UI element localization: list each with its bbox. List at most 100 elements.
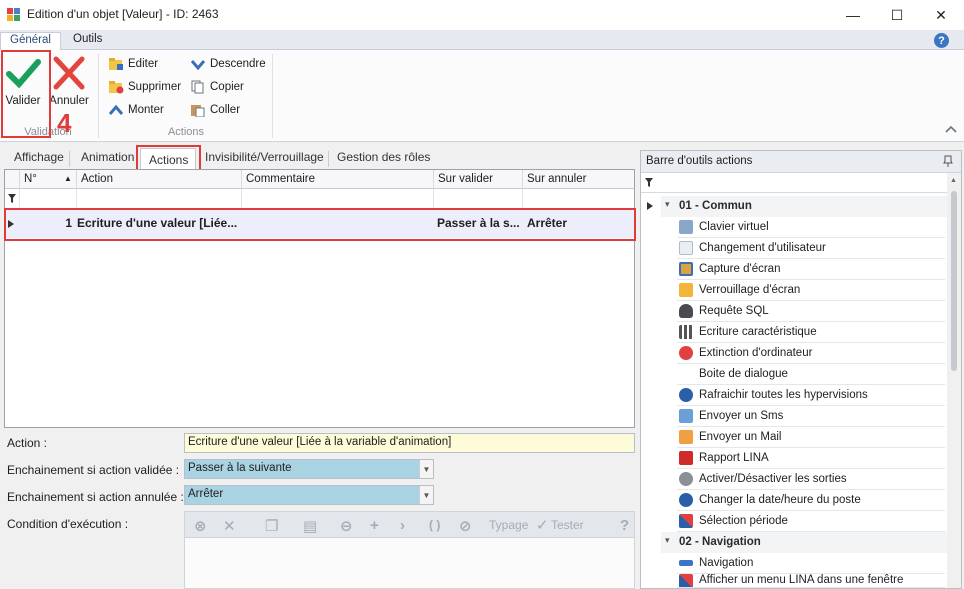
tester-button[interactable]: Tester <box>551 518 584 532</box>
list-item[interactable]: Envoyer un Mail <box>677 427 945 448</box>
grid-filter-cell[interactable] <box>434 189 523 209</box>
paste-icon <box>191 105 205 117</box>
keyboard-icon <box>679 220 693 234</box>
tab-gestion-roles[interactable]: Gestion des rôles <box>337 150 430 169</box>
app-icon <box>7 8 20 21</box>
annuler-button[interactable]: Annuler <box>46 54 92 107</box>
descendre-button[interactable]: Descendre <box>190 54 266 74</box>
grid-filter-cell[interactable] <box>242 189 434 209</box>
editer-button[interactable]: Editer <box>108 54 158 74</box>
coller-button[interactable]: Coller <box>190 100 240 120</box>
chevron-right-icon[interactable]: › <box>400 517 405 534</box>
list-item[interactable]: Envoyer un Sms <box>677 406 945 427</box>
action-field[interactable]: Ecriture d'une valeur [Liée à la variabl… <box>184 433 635 453</box>
plus-icon[interactable]: + <box>370 517 379 534</box>
list-item[interactable]: Extinction d'ordinateur <box>677 343 945 364</box>
dialog-icon <box>679 367 693 381</box>
tab-affichage[interactable]: Affichage <box>14 150 64 169</box>
list-item[interactable]: Changer la date/heure du poste <box>677 490 945 511</box>
list-item[interactable]: Ecriture caractéristique <box>677 322 945 343</box>
group-commun-label: 01 - Commun <box>679 200 752 212</box>
typage-button[interactable]: Typage <box>489 518 528 532</box>
list-item-label: Capture d'écran <box>699 263 781 275</box>
parentheses-icon[interactable]: ( ) <box>429 518 440 532</box>
ribbon-separator <box>272 54 273 138</box>
pin-icon[interactable] <box>943 155 953 168</box>
close-button[interactable]: ✕ <box>918 0 964 30</box>
ribbon: Valider Annuler Validation Editer Suppri… <box>0 50 964 142</box>
enchainement-annulee-value: Arrêter <box>188 488 224 500</box>
annuler-label: Annuler <box>49 95 89 107</box>
highlight-box-valider <box>1 50 51 138</box>
minimize-button[interactable]: — <box>830 0 876 30</box>
grid-filter-cell[interactable] <box>523 189 634 209</box>
grid-header-sur-valider[interactable]: Sur valider <box>434 170 523 189</box>
grid-filter-cell[interactable] <box>77 189 242 209</box>
ribbon-tab-general[interactable]: Général <box>0 32 61 50</box>
filter-icon <box>8 194 16 203</box>
enchainement-annulee-select[interactable]: Arrêter ▼ <box>184 485 434 505</box>
help-icon[interactable]: ? <box>934 33 949 48</box>
monter-button[interactable]: Monter <box>108 100 164 120</box>
tab-separator <box>69 151 70 167</box>
supprimer-button[interactable]: Supprimer <box>108 77 181 97</box>
help-icon[interactable]: ? <box>620 517 629 534</box>
collapse-icon[interactable]: ▾ <box>665 535 670 546</box>
row-pointer-icon <box>647 202 653 210</box>
list-item-label: Envoyer un Mail <box>699 431 782 443</box>
chevron-down-icon[interactable]: ▼ <box>419 486 433 504</box>
collapse-ribbon-icon[interactable] <box>944 124 958 134</box>
group-commun[interactable]: ▾ 01 - Commun <box>661 196 949 217</box>
list-item[interactable]: Changement d'utilisateur <box>677 238 945 259</box>
ribbon-tab-outils[interactable]: Outils <box>64 32 111 50</box>
enchainement-validee-select[interactable]: Passer à la suivante ▼ <box>184 459 434 479</box>
list-item-label: Verrouillage d'écran <box>699 284 801 296</box>
gear-icon <box>679 472 693 486</box>
panel-filter-row[interactable] <box>641 173 949 193</box>
minus-icon[interactable]: ⊖ <box>340 517 353 535</box>
grid-header-indicator <box>5 170 20 189</box>
panel-scrollbar[interactable]: ▲ <box>947 173 961 588</box>
list-item[interactable]: Clavier virtuel <box>677 217 945 238</box>
actions-toolbar-panel: Barre d'outils actions ▾ 01 - Commun Cla… <box>640 150 962 589</box>
folder-delete-icon <box>109 81 124 94</box>
list-item[interactable]: Rafraichir toutes les hypervisions <box>677 385 945 406</box>
paste-icon[interactable]: ▤ <box>303 517 317 535</box>
link-icon[interactable]: ⊘ <box>459 517 472 535</box>
list-item[interactable]: Capture d'écran <box>677 259 945 280</box>
scrollbar-thumb[interactable] <box>951 191 957 371</box>
list-item-label: Changement d'utilisateur <box>699 242 826 254</box>
chevron-down-icon[interactable]: ▼ <box>419 460 433 478</box>
ribbon-separator <box>98 54 99 138</box>
grid-header-n[interactable]: N° ▲ <box>20 170 77 189</box>
list-item[interactable]: Requête SQL <box>677 301 945 322</box>
period-icon <box>679 514 693 528</box>
grid-header-action[interactable]: Action <box>77 170 242 189</box>
chevron-up-icon <box>108 104 124 115</box>
list-item[interactable]: Navigation <box>677 553 945 574</box>
copy-icon[interactable]: ❐ <box>265 517 278 535</box>
grid-header-sur-annuler[interactable]: Sur annuler <box>523 170 634 189</box>
list-item[interactable]: Rapport LINA <box>677 448 945 469</box>
group-navigation[interactable]: ▾ 02 - Navigation <box>661 532 949 553</box>
condition-editor[interactable]: ⊗ ✕ ❐ ▤ ⊖ + › ( ) ⊘ Typage ✓ Tester ? <box>184 511 635 589</box>
copier-button[interactable]: Copier <box>190 77 244 97</box>
grid-header-commentaire[interactable]: Commentaire <box>242 170 434 189</box>
list-item[interactable]: Verrouillage d'écran <box>677 280 945 301</box>
scroll-up-icon[interactable]: ▲ <box>950 177 957 184</box>
list-item[interactable]: Activer/Désactiver les sorties <box>677 469 945 490</box>
list-item[interactable]: Afficher un menu LINA dans une fenêtre <box>677 574 945 588</box>
list-item[interactable]: Boite de dialogue <box>677 364 945 385</box>
tab-animation[interactable]: Animation <box>81 150 134 169</box>
refresh-icon <box>679 388 693 402</box>
list-item[interactable]: Sélection période <box>677 511 945 532</box>
supprimer-label: Supprimer <box>128 81 182 93</box>
maximize-button[interactable]: ☐ <box>874 0 920 30</box>
grid-filter-cell[interactable] <box>20 189 77 209</box>
tab-invisibilite[interactable]: Invisibilité/Verrouillage <box>205 150 324 169</box>
list-item-label: Navigation <box>699 557 754 569</box>
list-item-label: Extinction d'ordinateur <box>699 347 813 359</box>
delete-icon[interactable]: ✕ <box>223 517 236 535</box>
clear-icon[interactable]: ⊗ <box>194 517 207 535</box>
collapse-icon[interactable]: ▾ <box>665 199 670 210</box>
